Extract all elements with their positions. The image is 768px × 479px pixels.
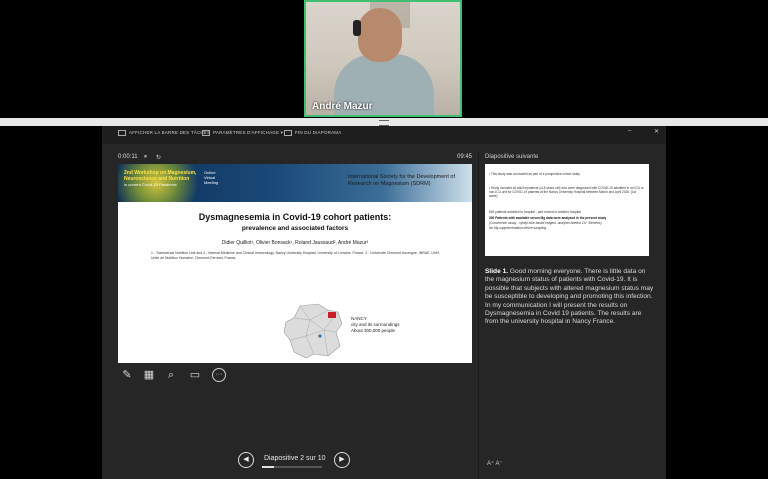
pen-icon[interactable]: ✎ — [120, 368, 134, 382]
next-slide-preview[interactable]: • This study was conducted as part of a … — [485, 164, 649, 256]
next-slide-line-1: • This study was conducted as part of a … — [489, 172, 580, 176]
minimize-button[interactable]: – — [628, 128, 631, 134]
next-slide-label: Diapositive suivante — [485, 154, 539, 160]
notes-text: Good morning everyone. There is little d… — [485, 268, 654, 326]
notes-panel: Diapositive suivante • This study was co… — [478, 152, 667, 479]
display-icon — [202, 130, 210, 136]
end-show-icon — [284, 130, 292, 136]
elapsed-timer: 0:00:11 — [118, 154, 138, 160]
slide-navigation: ◀ Diapositive 2 sur 10 ▶ — [238, 450, 352, 470]
next-slide-line-5: (Colorimetric assay - xylidyl blue based… — [489, 221, 602, 225]
end-slideshow-button[interactable]: FIN DU DIAPORAMA — [284, 130, 341, 136]
pause-timer-icon[interactable]: ⏸ — [144, 154, 147, 161]
slide-banner: 2nd Workshop on Magnesium, Neuroscience … — [118, 164, 472, 202]
webcam-tile[interactable]: André Mazur — [304, 0, 462, 117]
headset-icon — [353, 20, 361, 36]
workshop-title: 2nd Workshop on Magnesium, Neuroscience … — [124, 170, 204, 188]
participant-name: André Mazur — [312, 101, 373, 112]
magnifier-icon[interactable]: ⌕ — [164, 368, 178, 382]
slide-tools: ✎ ▦ ⌕ ▭ ··· — [118, 368, 248, 384]
slide-progress-bar — [262, 466, 322, 468]
next-slide-line-4: 300 Patients with available serum Mg dat… — [489, 216, 607, 220]
display-settings-button[interactable]: PARAMÈTRES D'AFFICHAGE ▾ — [202, 130, 283, 136]
person-head — [358, 8, 402, 62]
grid-icon[interactable]: ▦ — [142, 368, 156, 382]
presenter-toolbar: AFFICHER LA BARRE DES TÂCHES PARAMÈTRES … — [102, 126, 666, 144]
current-time: 09:45 — [456, 154, 472, 160]
previous-slide-button[interactable]: ◀ — [238, 452, 254, 468]
slide-title: Dysmagnesemia in Covid-19 cohort patient… — [198, 212, 392, 222]
show-taskbar-label: AFFICHER LA BARRE DES TÂCHES — [129, 130, 211, 136]
split-divider[interactable] — [0, 118, 768, 126]
next-slide-line-2: • Study included all adult inpatients (≥… — [489, 186, 644, 198]
timer-row: 0:00:11 ⏸ ↻ 09:45 — [118, 154, 472, 164]
next-slide-line-6: No Mg supplementation before sampling — [489, 226, 547, 230]
notes-slide-number: Slide 1. — [485, 268, 509, 275]
next-slide-line-3: 549 patients admitted to hospital - part… — [489, 210, 581, 214]
more-options-icon[interactable]: ··· — [212, 368, 226, 382]
display-settings-label: PARAMÈTRES D'AFFICHAGE ▾ — [213, 130, 284, 136]
workshop-title-text: 2nd Workshop on Magnesium, Neuroscience … — [124, 170, 197, 182]
nancy-line-3: About 300,000 people — [351, 328, 396, 333]
screen-icon[interactable]: ▭ — [188, 368, 202, 382]
font-size-controls[interactable]: A⁺ A⁻ — [487, 460, 503, 467]
next-slide-button[interactable]: ▶ — [334, 452, 350, 468]
progress-fill — [262, 466, 274, 468]
end-show-label: FIN DU DIAPORAMA — [295, 130, 342, 136]
slide-subtitle: prevalence and associated factors — [241, 225, 349, 232]
society-name: International Society for the Developmen… — [348, 174, 456, 187]
france-map-icon — [283, 303, 343, 359]
presenter-view: AFFICHER LA BARRE DES TÂCHES PARAMÈTRES … — [102, 126, 666, 479]
workshop-subtitle: in current Covid-19 Pandemic — [124, 182, 177, 187]
speaker-notes[interactable]: Slide 1. Good morning everyone. There is… — [485, 268, 655, 327]
current-slide[interactable]: 2nd Workshop on Magnesium, Neuroscience … — [118, 164, 472, 363]
online-meeting-tag: Online Virtual Meeting — [204, 170, 219, 185]
reset-timer-icon[interactable]: ↻ — [156, 154, 161, 161]
slide-affiliations: 1 - Transversal Nutrition Unit and 2 - I… — [151, 251, 440, 260]
slide-counter[interactable]: Diapositive 2 sur 10 — [264, 455, 325, 462]
show-taskbar-button[interactable]: AFFICHER LA BARRE DES TÂCHES — [118, 130, 210, 136]
nancy-caption: NANCY city and its surroundings About 30… — [351, 316, 400, 334]
close-button[interactable]: ✕ — [654, 128, 659, 135]
slide-authors: Didier Quilliot¹, Olivier Bonsack¹, Rola… — [221, 240, 369, 246]
taskbar-icon — [118, 130, 126, 136]
